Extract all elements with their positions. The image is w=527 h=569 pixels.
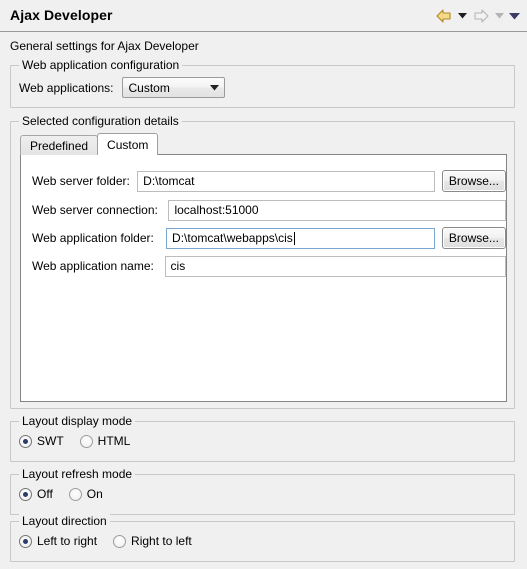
radio-refresh-on[interactable]: On bbox=[68, 487, 103, 501]
chevron-down-icon bbox=[206, 78, 224, 97]
radio-left-to-right-label: Left to right bbox=[37, 534, 98, 548]
radio-dot-icon bbox=[23, 491, 28, 497]
web-application-name-label: Web application name: bbox=[32, 259, 154, 273]
radio-right-to-left-label: Right to left bbox=[131, 534, 192, 548]
layout-display-mode-options: SWT HTML bbox=[19, 434, 146, 448]
web-applications-select[interactable]: Custom bbox=[121, 77, 225, 98]
radio-refresh-off-label: Off bbox=[37, 487, 53, 501]
tab-custom[interactable]: Custom bbox=[97, 133, 159, 156]
browse-web-server-folder-button[interactable]: Browse... bbox=[441, 170, 506, 192]
radio-html-indicator bbox=[79, 434, 93, 448]
form-row: Web application folder: D:\tomcat\webapp… bbox=[32, 227, 506, 249]
radio-left-to-right[interactable]: Left to right bbox=[19, 534, 97, 548]
radio-html[interactable]: HTML bbox=[79, 434, 131, 448]
radio-dot-icon bbox=[23, 538, 28, 544]
tab-predefined-label: Predefined bbox=[30, 138, 89, 153]
page-title: Ajax Developer bbox=[10, 7, 113, 23]
radio-refresh-off[interactable]: Off bbox=[19, 487, 53, 501]
page-description: General settings for Ajax Developer bbox=[10, 39, 199, 53]
web-applications-label: Web applications: bbox=[19, 80, 114, 95]
back-history-chevron-down-icon[interactable] bbox=[456, 6, 469, 26]
selected-configuration-details-group: Selected configuration details Predefine… bbox=[10, 114, 515, 409]
radio-right-to-left[interactable]: Right to left bbox=[113, 534, 192, 548]
web-application-configuration-group: Web application configuration Web applic… bbox=[10, 58, 515, 108]
configuration-tabs: Predefined Custom bbox=[20, 133, 159, 156]
web-server-connection-label: Web server connection: bbox=[32, 203, 158, 217]
web-server-connection-input[interactable]: localhost:51000 bbox=[168, 199, 506, 221]
web-application-name-value: cis bbox=[170, 259, 186, 273]
radio-swt-label: SWT bbox=[37, 434, 64, 448]
text-cursor bbox=[293, 231, 295, 245]
tab-predefined[interactable]: Predefined bbox=[20, 135, 99, 155]
radio-refresh-off-indicator bbox=[19, 487, 32, 501]
layout-direction-group: Layout direction Left to right Right to … bbox=[10, 514, 515, 562]
radio-left-to-right-indicator bbox=[19, 534, 32, 548]
web-application-folder-label: Web application folder: bbox=[32, 231, 154, 245]
group-label-layout-refresh-mode: Layout refresh mode bbox=[19, 467, 136, 481]
form-row: Web server folder: D:\tomcat Browse... bbox=[32, 170, 506, 192]
layout-direction-options: Left to right Right to left bbox=[19, 534, 208, 548]
browse-web-server-folder-label: Browse... bbox=[448, 174, 499, 188]
layout-refresh-mode-group: Layout refresh mode Off On bbox=[10, 467, 515, 515]
web-server-connection-value: localhost:51000 bbox=[174, 203, 259, 217]
custom-tab-panel: Web server folder: D:\tomcat Browse... W… bbox=[20, 154, 507, 402]
group-label-web-application-configuration: Web application configuration bbox=[19, 58, 183, 72]
web-applications-row: Web applications: Custom bbox=[19, 77, 225, 98]
radio-swt-indicator bbox=[19, 434, 32, 448]
radio-right-to-left-indicator bbox=[113, 534, 127, 548]
web-application-name-input[interactable]: cis bbox=[164, 255, 506, 277]
forward-history-chevron-down-icon bbox=[493, 6, 506, 26]
header-navigation bbox=[434, 6, 521, 26]
radio-html-label: HTML bbox=[97, 434, 131, 448]
radio-dot-icon bbox=[23, 438, 28, 444]
web-application-folder-input[interactable]: D:\tomcat\webapps\cis bbox=[166, 227, 435, 249]
page-menu-chevron-down-icon[interactable] bbox=[508, 6, 521, 26]
web-application-folder-value: D:\tomcat\webapps\cis bbox=[172, 231, 293, 245]
layout-display-mode-group: Layout display mode SWT HTML bbox=[10, 414, 515, 462]
web-server-folder-input[interactable]: D:\tomcat bbox=[137, 170, 435, 192]
radio-refresh-on-indicator bbox=[68, 487, 82, 501]
tab-custom-label: Custom bbox=[107, 137, 149, 152]
back-arrow-icon[interactable] bbox=[434, 6, 454, 26]
web-server-folder-label: Web server folder: bbox=[32, 174, 130, 188]
browse-web-application-folder-button[interactable]: Browse... bbox=[441, 227, 506, 249]
web-applications-selected-value: Custom bbox=[128, 80, 170, 95]
radio-swt[interactable]: SWT bbox=[19, 434, 64, 448]
page-header: Ajax Developer bbox=[0, 0, 527, 32]
web-server-folder-value: D:\tomcat bbox=[143, 174, 195, 188]
browse-web-application-folder-label: Browse... bbox=[448, 231, 499, 245]
radio-refresh-on-label: On bbox=[86, 487, 103, 501]
form-row: Web server connection: localhost:51000 bbox=[32, 199, 506, 221]
group-label-selected-configuration-details: Selected configuration details bbox=[19, 114, 182, 128]
group-label-layout-display-mode: Layout display mode bbox=[19, 414, 136, 428]
forward-arrow-icon bbox=[471, 6, 491, 26]
layout-refresh-mode-options: Off On bbox=[19, 487, 119, 501]
group-label-layout-direction: Layout direction bbox=[19, 514, 110, 528]
form-row: Web application name: cis bbox=[32, 255, 506, 277]
